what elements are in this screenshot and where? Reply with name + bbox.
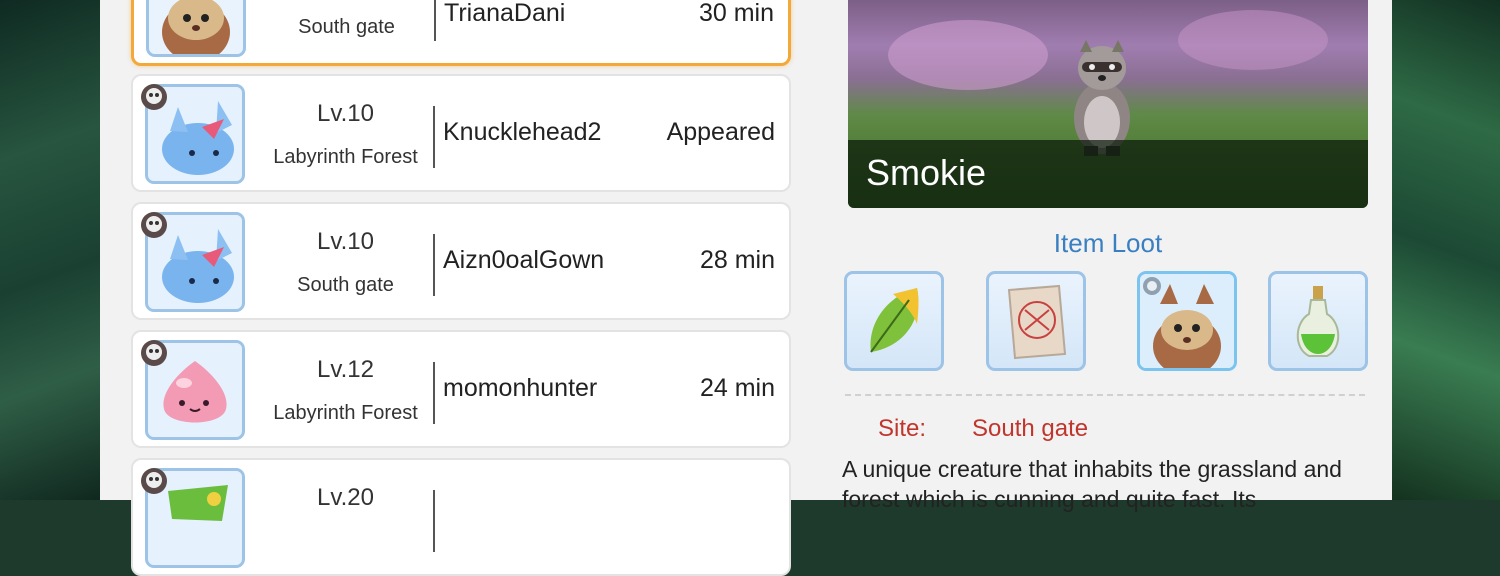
loot-item-leaf[interactable] — [844, 271, 944, 371]
row-map: South gate — [297, 274, 394, 296]
row-time: Appeared — [666, 118, 775, 146]
mvp-row-3[interactable]: Lv.12 Labyrinth Forest momonhunter 24 mi… — [131, 330, 791, 448]
skull-badge-icon — [141, 212, 167, 238]
row-map: South gate — [298, 16, 395, 38]
row-player: momonhunter — [443, 374, 598, 402]
monster-description: A unique creature that inhabits the gras… — [842, 456, 1342, 512]
row-player: Aizn0oalGown — [443, 246, 605, 274]
row-level: Lv.12 — [317, 356, 374, 383]
row-player: Knucklehead2 — [443, 118, 602, 146]
row-level: Lv.10 — [317, 228, 374, 255]
site-value: South gate — [972, 415, 1089, 442]
loot-item-green-potion[interactable] — [1268, 271, 1368, 371]
mvp-row-0[interactable]: South gate TrianaDani 30 min — [131, 0, 791, 66]
row-separator — [433, 234, 435, 296]
row-time: 30 min — [698, 0, 774, 27]
green-potion-icon — [1296, 286, 1340, 357]
site-label: Site: — [878, 415, 927, 442]
loot-item-scroll[interactable] — [986, 271, 1086, 371]
mvp-row-1[interactable]: Lv.10 Labyrinth Forest Knucklehead2 Appe… — [131, 74, 791, 192]
row-map: Labyrinth Forest — [273, 402, 418, 424]
smokie-card-icon — [1140, 274, 1234, 368]
background-foliage-left — [0, 0, 100, 500]
skull-badge-icon — [141, 84, 167, 110]
row-player: TrianaDani — [444, 0, 566, 27]
row-level: Lv.20 — [317, 484, 374, 511]
skull-badge-icon — [141, 468, 167, 494]
background-foliage-right — [1392, 0, 1500, 500]
row-level: Lv.10 — [317, 100, 374, 127]
item-loot-title: Item Loot — [1053, 228, 1163, 258]
monster-preview: Smokie — [848, 0, 1368, 208]
monster-name: Smokie — [866, 152, 987, 193]
row-time: 24 min — [699, 374, 775, 402]
mvp-row-2[interactable]: Lv.10 South gate Aizn0oalGown 28 min — [131, 202, 791, 320]
loot-item-smokie-card[interactable] — [1137, 271, 1237, 371]
row-separator — [433, 106, 435, 168]
monster-name-bar: Smokie — [848, 140, 1368, 208]
row-separator — [433, 362, 435, 424]
leaf-icon — [870, 288, 919, 353]
row-map: Labyrinth Forest — [273, 146, 418, 168]
row-separator — [434, 0, 436, 41]
mvp-row-4[interactable]: Lv.20 — [131, 458, 791, 576]
row-separator — [433, 490, 435, 552]
scroll-icon — [1007, 284, 1067, 360]
skull-badge-icon — [141, 340, 167, 366]
smokie-portrait — [146, 0, 246, 57]
row-time: 28 min — [699, 246, 775, 274]
divider — [845, 394, 1365, 396]
